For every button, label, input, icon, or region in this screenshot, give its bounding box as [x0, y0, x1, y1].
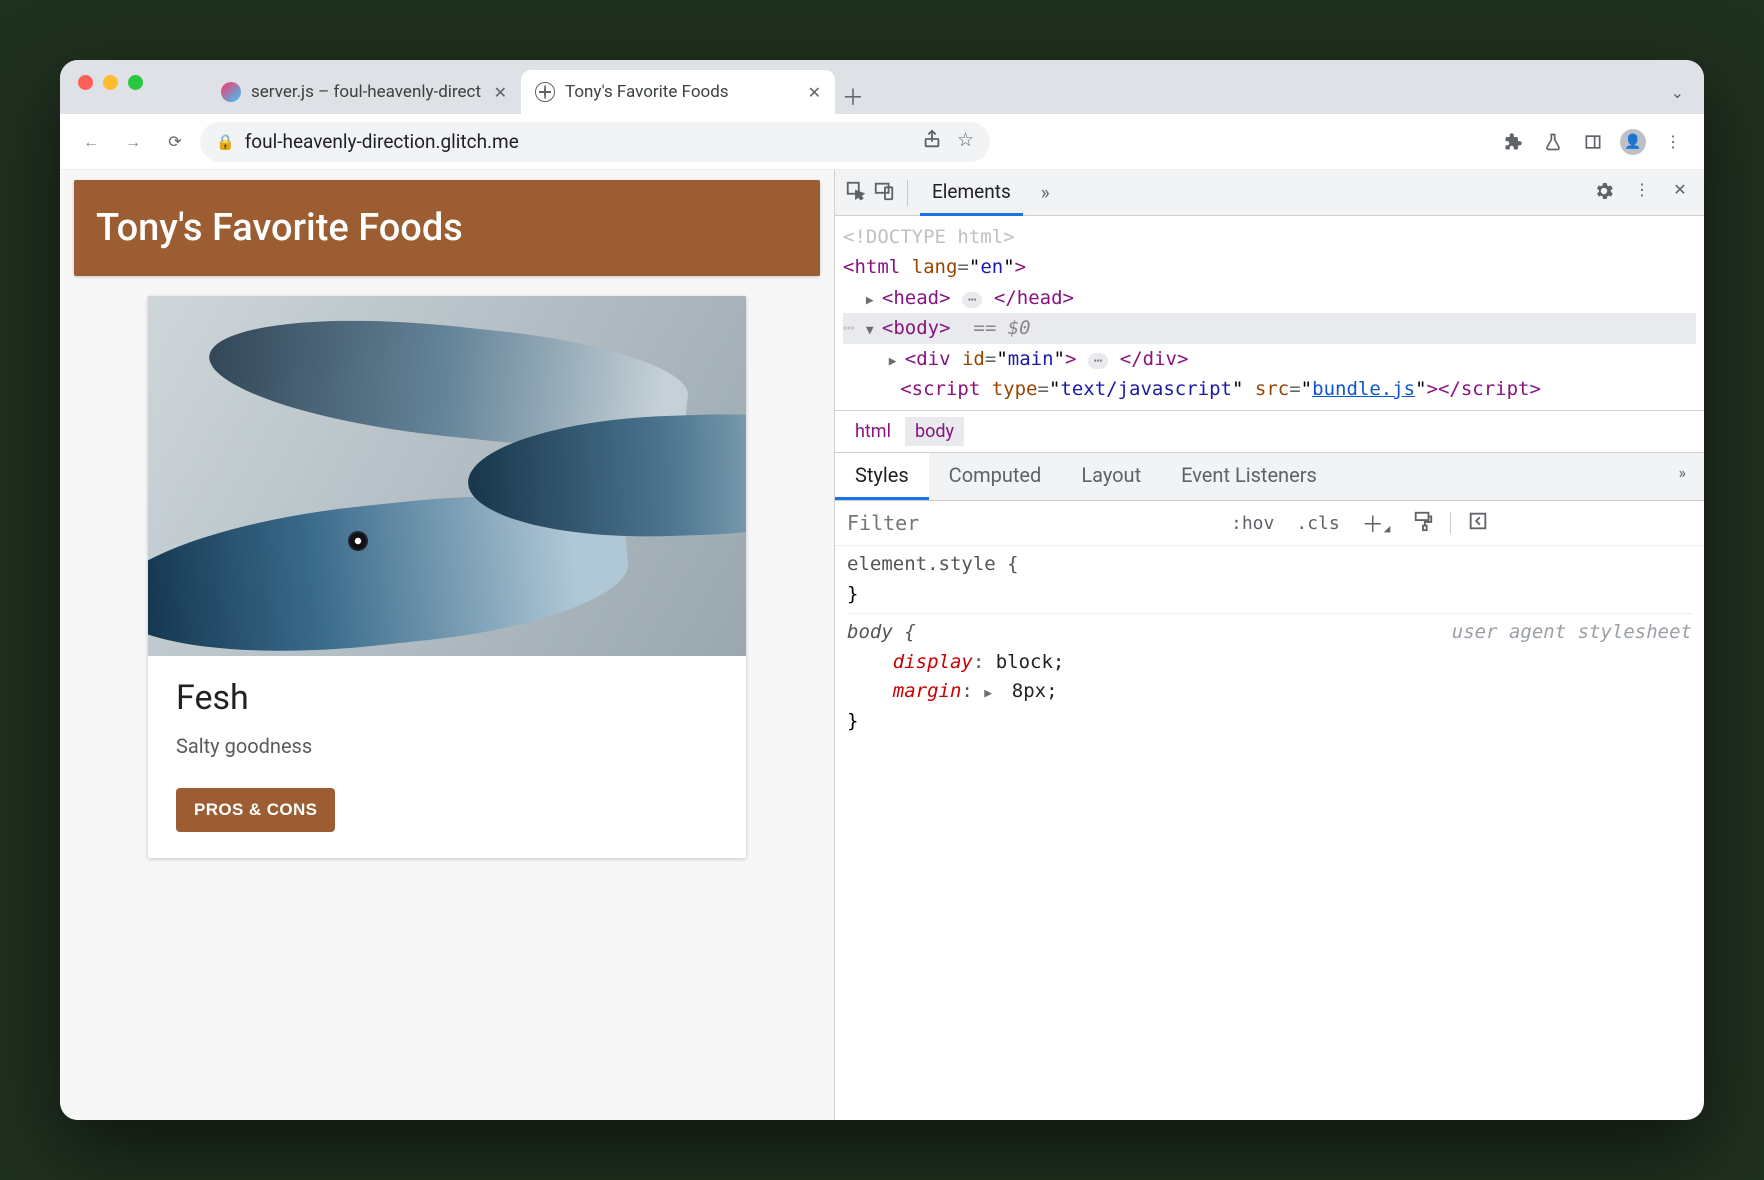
dom-script-src-link[interactable]: bundle.js — [1312, 378, 1415, 400]
inspect-element-icon[interactable] — [845, 180, 867, 206]
toolbar: ← → ⟳ 🔒 foul-heavenly-direction.glitch.m… — [60, 114, 1704, 170]
share-icon[interactable] — [921, 128, 943, 155]
sidepanel-icon[interactable] — [1576, 125, 1610, 159]
extensions-icon[interactable] — [1496, 125, 1530, 159]
devtools-tabs-overflow-icon[interactable]: » — [1029, 171, 1062, 214]
devtools-tabbar: Elements » ⋮ ✕ — [835, 170, 1704, 216]
styles-toolbar: :hov .cls ＋◢ — [835, 500, 1704, 545]
back-button[interactable]: ← — [74, 125, 108, 159]
url-text: foul-heavenly-direction.glitch.me — [245, 130, 519, 153]
styles-filter-input[interactable] — [845, 510, 1215, 536]
cls-toggle[interactable]: .cls — [1290, 511, 1345, 536]
dom-selected-body[interactable]: ⋯ ▼<body> == $0 — [843, 313, 1696, 343]
tab-strip: server.js – foul-heavenly-direct ✕ Tony'… — [60, 60, 1704, 114]
close-tab-icon[interactable]: ✕ — [494, 83, 507, 102]
new-style-rule-icon[interactable]: ＋◢ — [1356, 505, 1397, 541]
styles-tabs-overflow-icon[interactable]: » — [1661, 453, 1705, 500]
window-controls — [78, 60, 143, 114]
minimize-window-icon[interactable] — [103, 75, 118, 90]
expand-triangle-icon[interactable]: ▶ — [866, 291, 882, 312]
styles-tab-eventlisteners[interactable]: Event Listeners — [1161, 453, 1337, 500]
styles-tab-layout[interactable]: Layout — [1061, 453, 1161, 500]
glitch-favicon-icon — [221, 82, 241, 102]
styles-tab-styles[interactable]: Styles — [835, 453, 929, 500]
close-window-icon[interactable] — [78, 75, 93, 90]
card-title: Fesh — [176, 678, 718, 718]
tab-list-chevron-icon[interactable]: ⌄ — [1671, 83, 1684, 102]
rendered-page: Tony's Favorite Foods Fesh Salty goodnes… — [60, 170, 834, 1120]
viewport: Tony's Favorite Foods Fesh Salty goodnes… — [60, 170, 1704, 1120]
tab-label: Tony's Favorite Foods — [565, 82, 798, 102]
styles-tab-computed[interactable]: Computed — [929, 453, 1062, 500]
food-card: Fesh Salty goodness PROS & CONS — [148, 296, 746, 858]
close-tab-icon[interactable]: ✕ — [808, 83, 821, 102]
devtools-menu-icon[interactable]: ⋮ — [1628, 180, 1656, 206]
devtools-panel: Elements » ⋮ ✕ <!DOCTYPE html> <html lan… — [834, 170, 1704, 1120]
lock-icon: 🔒 — [216, 133, 235, 151]
page-title: Tony's Favorite Foods — [74, 180, 820, 276]
kebab-menu-icon[interactable]: ⋮ — [1656, 125, 1690, 159]
address-bar[interactable]: 🔒 foul-heavenly-direction.glitch.me ☆ — [200, 122, 990, 162]
browser-window: server.js – foul-heavenly-direct ✕ Tony'… — [60, 60, 1704, 1120]
labs-flask-icon[interactable] — [1536, 125, 1570, 159]
element-style-selector: element.style { — [847, 553, 1019, 575]
card-description: Salty goodness — [176, 734, 718, 758]
dom-doctype: <!DOCTYPE html> — [843, 226, 1015, 248]
tab-server-js[interactable]: server.js – foul-heavenly-direct ✕ — [207, 70, 521, 114]
tab-tonys-foods[interactable]: Tony's Favorite Foods ✕ — [521, 70, 835, 114]
profile-avatar[interactable]: 👤 — [1616, 125, 1650, 159]
new-tab-button[interactable]: ＋ — [835, 78, 871, 114]
device-toolbar-icon[interactable] — [873, 180, 895, 206]
reload-button[interactable]: ⟳ — [158, 125, 192, 159]
pros-cons-button[interactable]: PROS & CONS — [176, 788, 335, 832]
expand-triangle-icon[interactable]: ▶ — [984, 684, 1000, 704]
expand-triangle-icon[interactable]: ▶ — [889, 352, 905, 373]
fullscreen-window-icon[interactable] — [128, 75, 143, 90]
bookmark-star-icon[interactable]: ☆ — [957, 128, 974, 155]
tab-label: server.js – foul-heavenly-direct — [251, 82, 484, 102]
hov-toggle[interactable]: :hov — [1225, 511, 1280, 536]
ellipsis-icon[interactable]: ⋯ — [962, 292, 982, 308]
breadcrumb-body[interactable]: body — [905, 417, 964, 446]
settings-gear-icon[interactable] — [1590, 180, 1618, 206]
food-image — [148, 296, 746, 656]
breadcrumb-html[interactable]: html — [845, 417, 901, 446]
paint-flashing-icon[interactable] — [1406, 508, 1440, 539]
forward-button[interactable]: → — [116, 125, 150, 159]
dom-tree[interactable]: <!DOCTYPE html> <html lang="en"> ▶<head>… — [835, 216, 1704, 410]
devtools-close-icon[interactable]: ✕ — [1666, 180, 1694, 206]
ellipsis-icon[interactable]: ⋯ — [1088, 353, 1108, 369]
style-rules[interactable]: element.style { } user agent stylesheet … — [835, 545, 1704, 740]
devtools-tab-elements[interactable]: Elements — [920, 170, 1023, 216]
ua-stylesheet-note: user agent stylesheet — [1452, 618, 1692, 647]
computed-toggle-icon[interactable] — [1461, 508, 1495, 539]
dom-breadcrumbs: html body — [835, 410, 1704, 452]
globe-favicon-icon — [535, 82, 555, 102]
styles-tabbar: Styles Computed Layout Event Listeners » — [835, 452, 1704, 500]
body-selector: body { — [847, 621, 916, 643]
